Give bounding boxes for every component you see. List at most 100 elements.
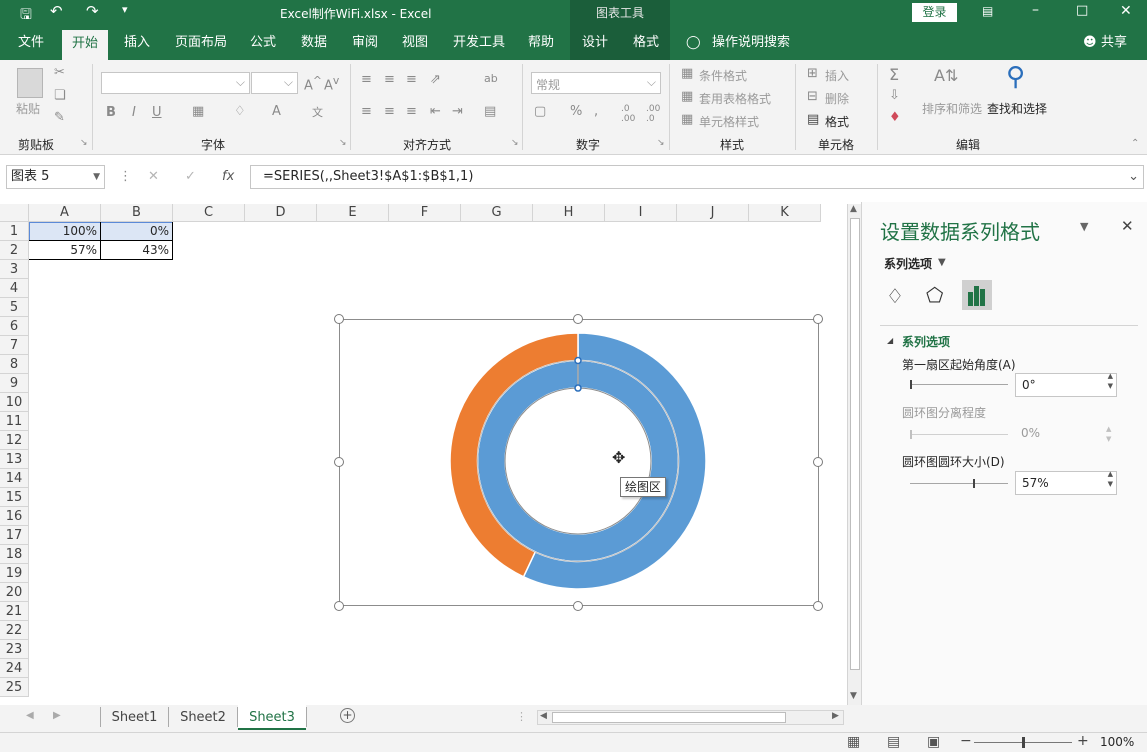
cut-icon[interactable]: ✂ xyxy=(54,65,65,80)
format-painter-icon[interactable]: ✎ xyxy=(54,110,65,125)
tab-scroll-left-icon[interactable]: ◀ xyxy=(26,710,34,721)
italic-button[interactable]: I xyxy=(132,105,136,120)
resize-handle[interactable] xyxy=(334,314,344,324)
align-left-icon[interactable]: ≡ xyxy=(361,104,372,119)
vertical-scrollbar[interactable]: ▲ ▼ xyxy=(847,204,861,705)
zoom-in-icon[interactable]: + xyxy=(1077,733,1089,749)
hole-size-slider-thumb[interactable] xyxy=(973,479,975,488)
formula-input[interactable]: =SERIES(,,Sheet3!$A$1:$B$1,1) ⌄ xyxy=(250,165,1144,189)
decrease-indent-icon[interactable]: ⇤ xyxy=(430,104,441,119)
tab-scroll-right-icon[interactable]: ▶ xyxy=(53,710,61,721)
collapse-ribbon-icon[interactable]: ⌃ xyxy=(1131,138,1139,149)
table-format-button[interactable]: 套用表格格式 xyxy=(699,90,771,107)
dialog-launcher-icon[interactable]: ↘ xyxy=(511,138,519,148)
cell-styles-button[interactable]: 单元格样式 xyxy=(699,113,759,130)
redo-icon[interactable]: ↷ xyxy=(86,2,99,20)
hole-size-slider[interactable] xyxy=(910,479,1008,488)
phonetic-icon[interactable]: 文 xyxy=(312,104,323,120)
add-sheet-icon[interactable]: + xyxy=(340,708,355,723)
resize-handle[interactable] xyxy=(573,314,583,324)
font-name-box[interactable]: ⌵ xyxy=(101,72,250,94)
cancel-formula-icon[interactable]: ✕ xyxy=(148,169,159,184)
resize-handle[interactable] xyxy=(334,601,344,611)
resize-handle[interactable] xyxy=(334,457,344,467)
series-options-dropdown[interactable]: 系列选项 xyxy=(884,255,932,272)
undo-icon[interactable]: ↶ xyxy=(50,2,63,20)
dialog-launcher-icon[interactable]: ↘ xyxy=(80,138,88,148)
chevron-down-icon[interactable]: ▼ xyxy=(938,257,946,268)
font-color-icon[interactable]: A xyxy=(272,104,281,119)
zoom-slider[interactable] xyxy=(974,737,1072,748)
decrease-decimal-icon[interactable]: .00.0 xyxy=(646,104,660,124)
scroll-right-icon[interactable]: ▶ xyxy=(832,711,839,721)
format-cells-button[interactable]: 格式 xyxy=(825,113,849,130)
search-icon[interactable]: ⚲ xyxy=(1006,62,1025,92)
find-select-button[interactable]: 查找和选择 xyxy=(987,100,1047,117)
h-scroll-thumb[interactable] xyxy=(552,712,786,723)
spinner-arrows-icon[interactable]: ▲ ▼ xyxy=(1108,371,1113,391)
currency-icon[interactable]: ▢ xyxy=(534,104,546,119)
scroll-thumb[interactable] xyxy=(850,218,860,670)
maximize-icon[interactable]: □ xyxy=(1076,3,1088,18)
wrap-text-icon[interactable]: ab xyxy=(484,72,498,85)
insert-function-icon[interactable]: fx xyxy=(222,169,234,184)
resize-handle[interactable] xyxy=(573,601,583,611)
scroll-left-icon[interactable]: ◀ xyxy=(540,711,547,721)
normal-view-icon[interactable]: ▦ xyxy=(847,734,860,750)
sheet-tab-sheet1[interactable]: Sheet1 xyxy=(101,707,168,731)
sheet-tab-sheet2[interactable]: Sheet2 xyxy=(169,707,237,731)
zoom-level[interactable]: 100% xyxy=(1100,735,1134,749)
paste-icon[interactable] xyxy=(17,68,43,98)
increase-indent-icon[interactable]: ⇥ xyxy=(452,104,463,119)
increase-decimal-icon[interactable]: .0.00 xyxy=(621,104,635,124)
scroll-down-icon[interactable]: ▼ xyxy=(850,691,857,701)
percent-button[interactable]: % xyxy=(570,104,582,119)
fill-line-icon[interactable]: ♢ xyxy=(886,284,904,308)
panel-options-icon[interactable]: ▼ xyxy=(1080,220,1088,233)
ribbon-display-icon[interactable]: ▤ xyxy=(982,4,993,18)
scroll-up-icon[interactable]: ▲ xyxy=(850,204,857,214)
merge-center-icon[interactable]: ▤ xyxy=(484,104,496,119)
series-selection-handle[interactable] xyxy=(574,356,582,365)
name-box[interactable]: 图表 5 ▼ xyxy=(6,165,105,189)
horizontal-scrollbar[interactable]: ◀ ▶ xyxy=(537,710,844,725)
sheet-tab-sheet3[interactable]: Sheet3 xyxy=(238,707,306,731)
bold-button[interactable]: B xyxy=(106,105,116,120)
sort-filter-icon[interactable]: A⇅ xyxy=(934,66,958,85)
collapse-triangle-icon[interactable]: ◢ xyxy=(887,336,893,345)
fill-icon[interactable]: ⇩ xyxy=(889,88,900,103)
tab-format[interactable]: 格式 xyxy=(633,26,659,60)
panel-close-icon[interactable]: ✕ xyxy=(1121,217,1134,235)
delete-cells-button[interactable]: 删除 xyxy=(825,90,849,107)
comma-icon[interactable]: , xyxy=(594,104,598,119)
copy-icon[interactable]: ❏ xyxy=(54,88,66,103)
tab-review[interactable]: 审阅 xyxy=(352,26,378,60)
login-button[interactable]: 登录 xyxy=(912,3,957,22)
paste-label[interactable]: 粘贴 xyxy=(16,100,40,117)
close-icon[interactable]: ✕ xyxy=(1120,3,1132,19)
fill-color-icon[interactable]: ♢ xyxy=(234,104,246,119)
font-size-box[interactable]: ⌵ xyxy=(251,72,298,94)
tab-data[interactable]: 数据 xyxy=(301,26,327,60)
page-break-view-icon[interactable]: ▣ xyxy=(927,734,940,750)
tab-home[interactable]: 开始 xyxy=(62,30,108,60)
borders-icon[interactable]: ▦ xyxy=(192,104,204,119)
resize-handle[interactable] xyxy=(813,314,823,324)
grow-font-icon[interactable]: A^ xyxy=(304,74,322,93)
angle-spinner[interactable]: 0° ▲ ▼ xyxy=(1015,371,1117,397)
align-right-icon[interactable]: ≡ xyxy=(406,104,417,119)
angle-slider[interactable] xyxy=(910,380,1008,389)
effects-icon[interactable]: ⬠ xyxy=(926,283,943,307)
share-button[interactable]: 共享 xyxy=(1101,26,1127,60)
series-selection-handle[interactable] xyxy=(574,384,582,392)
insert-cells-button[interactable]: 插入 xyxy=(825,67,849,84)
page-layout-view-icon[interactable]: ▤ xyxy=(887,734,900,750)
tab-view[interactable]: 视图 xyxy=(402,26,428,60)
resize-handle[interactable] xyxy=(813,457,823,467)
dialog-launcher-icon[interactable]: ↘ xyxy=(339,138,347,148)
customize-icon[interactable]: ▾ xyxy=(122,3,128,16)
align-center-icon[interactable]: ≡ xyxy=(384,104,395,119)
shrink-font-icon[interactable]: Av xyxy=(324,74,339,93)
align-top-icon[interactable]: ≡ xyxy=(361,72,372,87)
tab-page-layout[interactable]: 页面布局 xyxy=(175,26,227,60)
